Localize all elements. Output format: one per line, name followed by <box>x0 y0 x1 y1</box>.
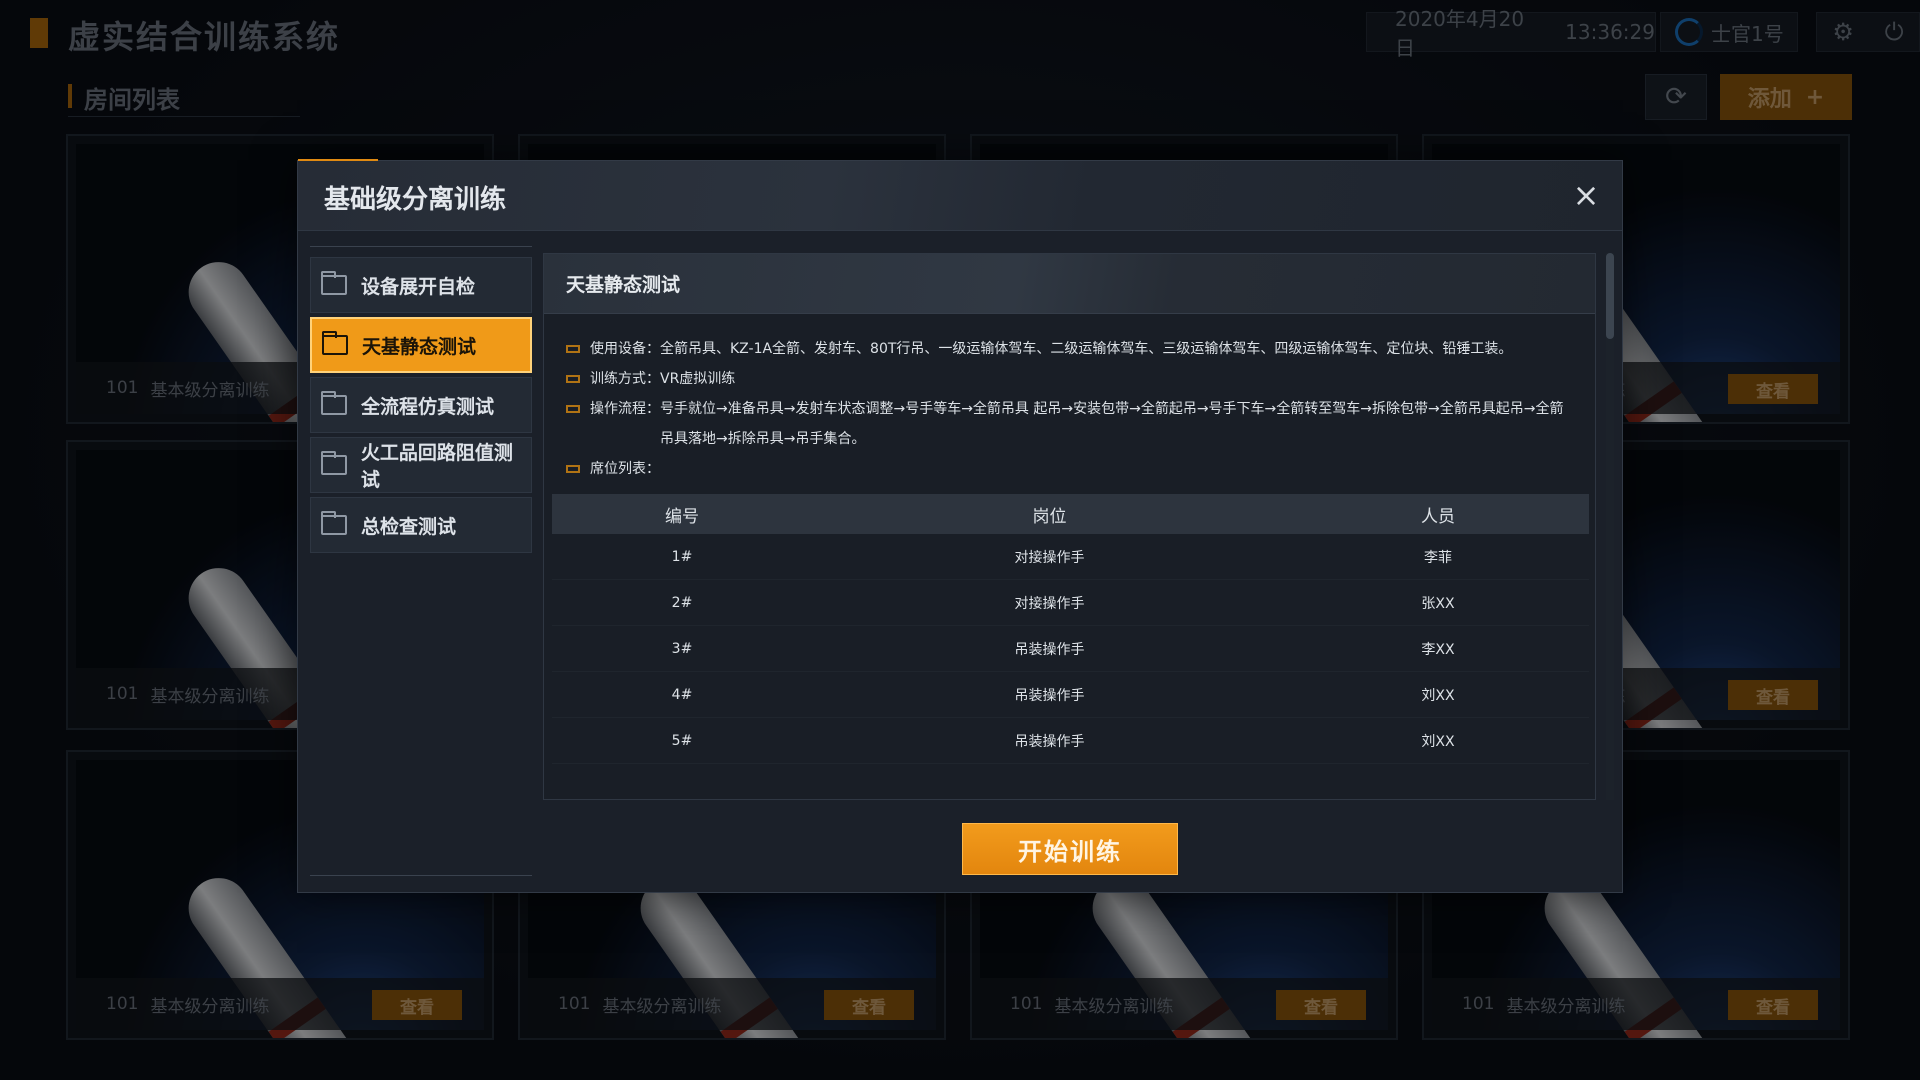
bullet-icon <box>566 345 580 353</box>
cell-person: 刘XX <box>1421 687 1455 704</box>
nav-item-label: 天基静态测试 <box>362 335 477 358</box>
cell-person: 李菲 <box>1424 549 1452 566</box>
cell-number: 1# <box>671 548 693 565</box>
column-header-person: 人员 <box>1421 506 1455 527</box>
scrollbar-thumb[interactable] <box>1606 253 1614 339</box>
folder-icon <box>321 391 347 415</box>
column-header-post: 岗位 <box>1032 506 1067 527</box>
info-equipment: 使用设备： 全箭吊具、KZ-1A全箭、发射车、80T行吊、一级运输体驾车、二级运… <box>566 334 1573 364</box>
cell-number: 2# <box>671 594 693 611</box>
info-process: 操作流程： 号手就位→准备吊具→发射车状态调整→号手等车→全箭吊具 起吊→安装包… <box>566 394 1573 454</box>
nav-item-label: 设备展开自检 <box>361 275 476 298</box>
nav-item-static-test[interactable]: 天基静态测试 <box>310 317 532 373</box>
cell-number: 5# <box>671 732 693 749</box>
bullet-icon <box>566 405 580 413</box>
table-row: 1# 对接操作手 李菲 <box>552 534 1589 580</box>
table-row: 3# 吊装操作手 李XX <box>552 626 1589 672</box>
info-method: 训练方式： VR虚拟训练 <box>566 364 1573 394</box>
cell-number: 4# <box>671 686 693 703</box>
nav-item-pyro-resistance[interactable]: 火工品回路阻值测试 <box>310 437 532 493</box>
table-row: 4# 吊装操作手 刘XX <box>552 672 1589 718</box>
folder-icon <box>321 271 347 295</box>
info-seats: 席位列表： <box>566 454 1573 484</box>
panel-title: 天基静态测试 <box>544 254 1595 314</box>
info-list: 使用设备： 全箭吊具、KZ-1A全箭、发射车、80T行吊、一级运输体驾车、二级运… <box>544 314 1595 484</box>
cell-post: 对接操作手 <box>1014 549 1085 566</box>
table-header: 编号 岗位 人员 <box>552 494 1589 534</box>
cell-person: 刘XX <box>1421 733 1455 750</box>
table-row: 5# 吊装操作手 刘XX <box>552 718 1589 764</box>
method-text: VR虚拟训练 <box>660 371 736 387</box>
training-modal: 基础级分离训练 × 设备展开自检 天基静态测试 全流程仿真测试 火工品回路阻值测… <box>297 159 1623 893</box>
cell-post: 对接操作手 <box>1014 595 1085 612</box>
folder-icon <box>321 451 347 475</box>
equipment-label: 使用设备： <box>590 341 660 357</box>
seats-label: 席位列表： <box>590 461 660 477</box>
equipment-text: 全箭吊具、KZ-1A全箭、发射车、80T行吊、一级运输体驾车、二级运输体驾车、三… <box>660 341 1513 357</box>
start-training-button[interactable]: 开始训练 <box>962 823 1178 875</box>
column-header-number: 编号 <box>665 506 699 527</box>
table-row: 2# 对接操作手 张XX <box>552 580 1589 626</box>
modal-header: 基础级分离训练 × <box>298 161 1622 231</box>
cell-post: 吊装操作手 <box>1014 687 1085 704</box>
process-label: 操作流程： <box>590 401 660 417</box>
bullet-icon <box>566 465 580 473</box>
nav-item-label: 火工品回路阻值测试 <box>360 442 513 491</box>
modal-title: 基础级分离训练 <box>324 185 507 215</box>
nav-item-label: 全流程仿真测试 <box>361 395 495 418</box>
cell-number: 3# <box>671 640 693 657</box>
nav-item-device-selfcheck[interactable]: 设备展开自检 <box>310 257 532 313</box>
folder-icon <box>321 511 347 535</box>
bullet-icon <box>566 375 580 383</box>
nav-item-final-check[interactable]: 总检查测试 <box>310 497 532 553</box>
process-text: 号手就位→准备吊具→发射车状态调整→号手等车→全箭吊具 起吊→安装包带→全箭起吊… <box>660 401 1564 447</box>
cell-post: 吊装操作手 <box>1014 641 1085 658</box>
detail-panel: 天基静态测试 使用设备： 全箭吊具、KZ-1A全箭、发射车、80T行吊、一级运输… <box>543 253 1596 800</box>
seat-table: 编号 岗位 人员 1# 对接操作手 李菲 2# 对接操作手 张XX 3# 吊装操… <box>552 494 1589 764</box>
cell-person: 张XX <box>1421 595 1455 612</box>
folder-icon <box>322 331 348 355</box>
app-root: 虚实结合训练系统 2020年4月20日 13:36:29 士官1号 ⚙ ⏻ 房间… <box>0 0 1920 1080</box>
close-icon[interactable]: × <box>1568 177 1604 213</box>
panel-scrollbar[interactable] <box>1606 253 1614 800</box>
test-nav: 设备展开自检 天基静态测试 全流程仿真测试 火工品回路阻值测试 总检查测试 <box>310 246 532 876</box>
cell-person: 李XX <box>1421 641 1455 658</box>
cell-post: 吊装操作手 <box>1014 733 1085 750</box>
method-label: 训练方式： <box>590 371 660 387</box>
nav-item-label: 总检查测试 <box>361 515 457 538</box>
nav-item-full-simulation[interactable]: 全流程仿真测试 <box>310 377 532 433</box>
